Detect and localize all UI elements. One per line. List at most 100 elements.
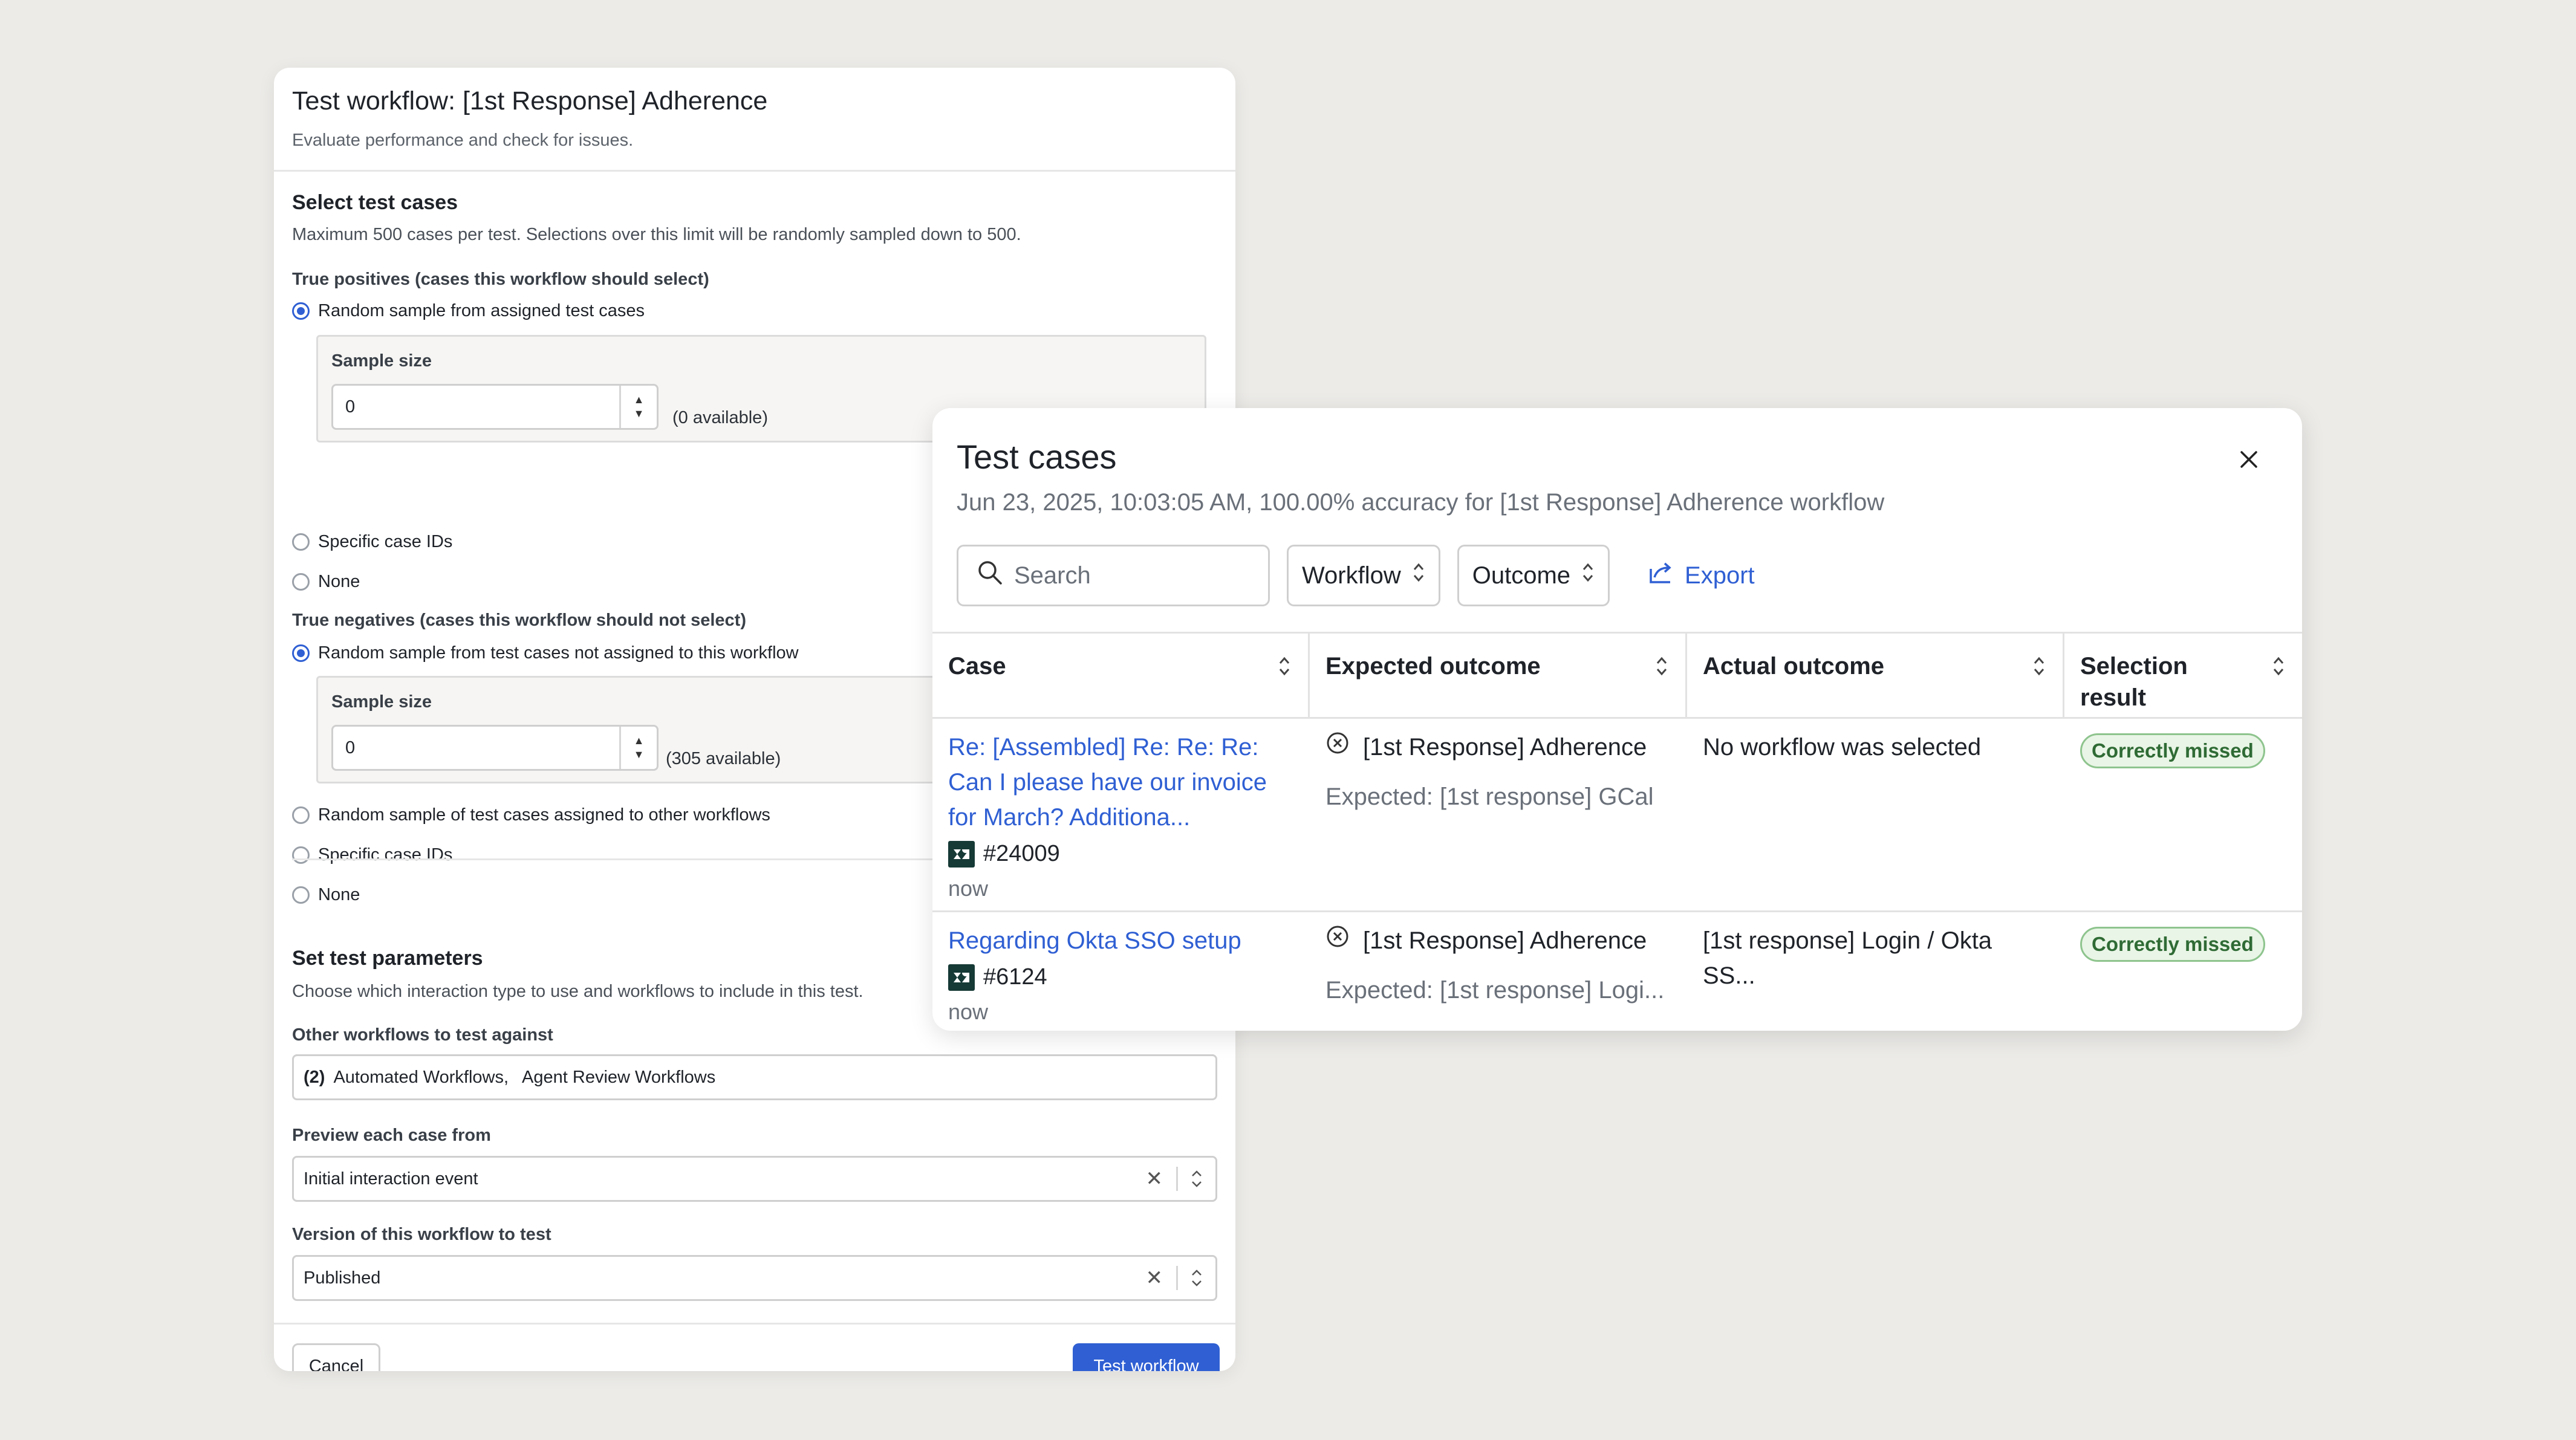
cancel-button[interactable]: Cancel (292, 1343, 380, 1371)
outcome-filter[interactable]: Outcome (1457, 545, 1610, 606)
parameters-description: Choose which interaction type to use and… (292, 982, 864, 1001)
tn-option-random-label: Random sample from test cases not assign… (318, 643, 799, 663)
panel-subtitle: Evaluate performance and check for issue… (292, 130, 634, 150)
table-header: Case Expected outcome Actual outcome Sel… (932, 632, 2302, 719)
chevron-up-down-icon[interactable] (1178, 1169, 1215, 1189)
status-badge: Correctly missed (2080, 927, 2265, 962)
radio-unchecked[interactable] (292, 533, 310, 551)
true-negatives-label: True negatives (cases this workflow shou… (292, 611, 746, 630)
tn-radio-none[interactable]: None (292, 885, 360, 905)
zendesk-icon (948, 964, 975, 991)
case-time: now (948, 876, 989, 901)
preview-select[interactable]: Initial interaction event ✕ (292, 1156, 1217, 1202)
case-cell: Re: [Assembled] Re: Re: Re: Can I please… (932, 719, 1310, 910)
search-input[interactable]: Search (957, 545, 1270, 606)
table-row: Re: [Assembled] Re: Re: Re: Can I please… (932, 719, 2302, 912)
modal-subtitle: Jun 23, 2025, 10:03:05 AM, 100.00% accur… (957, 489, 1885, 516)
close-icon[interactable] (2234, 444, 2264, 475)
expected-cell: [1st Response] Adherence Expected: [1st … (1310, 719, 1687, 910)
tp-radio-none[interactable]: None (292, 572, 360, 592)
clear-icon[interactable]: ✕ (1133, 1167, 1177, 1191)
expected-outcome: [1st Response] Adherence (1363, 927, 1647, 954)
sort-icon[interactable] (1278, 654, 1291, 686)
sort-icon[interactable] (1655, 654, 1668, 686)
chevron-up-down-icon (1581, 560, 1595, 591)
table-row: Regarding Okta SSO setup #6124 now [1st … (932, 912, 2302, 1031)
version-label: Version of this workflow to test (292, 1225, 551, 1244)
true-positives-label: True positives (cases this workflow shou… (292, 270, 709, 289)
modal-title: Test cases (957, 438, 1117, 476)
tn-radio-specific[interactable]: Specific case IDs (292, 845, 452, 865)
tn-radio-other-workflows[interactable]: Random sample of test cases assigned to … (292, 805, 770, 825)
expected-cell: [1st Response] Adherence Expected: [1st … (1310, 912, 1687, 1031)
actual-outcome: No workflow was selected (1703, 734, 1982, 761)
zendesk-icon (948, 840, 975, 868)
select-cases-description: Maximum 500 cases per test. Selections o… (292, 225, 1021, 244)
panel-title: Test workflow: [1st Response] Adherence (292, 86, 768, 115)
workflow-chip[interactable]: Automated Workflows, (333, 1068, 509, 1088)
tn-sample-value: 0 (345, 738, 356, 757)
tp-radio-specific[interactable]: Specific case IDs (292, 532, 452, 552)
column-label: Actual outcome (1703, 653, 1885, 679)
export-button[interactable]: Export (1627, 560, 1755, 591)
column-header-selection[interactable]: Selection result (2064, 634, 2302, 717)
workflow-filter-label: Workflow (1302, 562, 1401, 589)
radio-unchecked[interactable] (292, 846, 310, 864)
preview-value: Initial interaction event (304, 1169, 478, 1189)
actual-cell: No workflow was selected (1687, 719, 2064, 910)
chevron-up-down-icon (1412, 560, 1425, 591)
footer-divider (274, 1323, 1235, 1325)
radio-checked[interactable] (292, 644, 310, 662)
export-icon (1648, 560, 1674, 591)
selection-cell: Correctly missed (2064, 912, 2302, 1031)
status-badge: Correctly missed (2080, 733, 2265, 768)
select-cases-title: Select test cases (292, 191, 458, 214)
sort-icon[interactable] (2272, 654, 2285, 686)
case-id: #24009 (948, 837, 1294, 871)
column-label: Case (948, 653, 1006, 679)
outcome-filter-label: Outcome (1472, 562, 1571, 589)
preview-label: Preview each case from (292, 1126, 491, 1145)
tn-stepper[interactable]: ▲ ▼ (619, 727, 657, 769)
radio-checked[interactable] (292, 302, 310, 320)
test-workflow-button[interactable]: Test workflow (1073, 1343, 1220, 1371)
column-header-actual[interactable]: Actual outcome (1687, 634, 2064, 717)
case-time: now (948, 999, 989, 1025)
other-workflows-select[interactable]: (2) Automated Workflows, Agent Review Wo… (292, 1054, 1217, 1100)
stepper-up-icon[interactable]: ▲ (634, 734, 645, 748)
tp-sample-value: 0 (345, 397, 356, 417)
tn-option-specific-label: Specific case IDs (318, 845, 453, 864)
version-select[interactable]: Published ✕ (292, 1255, 1217, 1301)
tn-option-none-label: None (318, 885, 360, 904)
tn-sample-size-input[interactable]: 0 ▲ ▼ (331, 725, 659, 771)
other-workflows-label: Other workflows to test against (292, 1025, 553, 1045)
version-value: Published (304, 1268, 381, 1288)
workflow-filter[interactable]: Workflow (1287, 545, 1440, 606)
stepper-down-icon[interactable]: ▼ (634, 407, 645, 421)
column-header-expected[interactable]: Expected outcome (1310, 634, 1687, 717)
case-link[interactable]: Re: [Assembled] Re: Re: Re: Can I please… (948, 730, 1294, 835)
modal-toolbar: Search Workflow Outcome Export (957, 545, 1755, 606)
column-header-case[interactable]: Case (932, 634, 1310, 717)
stepper-up-icon[interactable]: ▲ (634, 393, 645, 407)
column-label: Selection result (2080, 653, 2188, 711)
radio-unchecked[interactable] (292, 886, 310, 904)
chevron-up-down-icon[interactable] (1178, 1268, 1215, 1288)
tp-radio-random[interactable]: Random sample from assigned test cases (292, 301, 645, 321)
workflow-chip[interactable]: Agent Review Workflows (522, 1068, 715, 1088)
radio-unchecked[interactable] (292, 573, 310, 591)
tp-stepper[interactable]: ▲ ▼ (619, 386, 657, 428)
radio-unchecked[interactable] (292, 806, 310, 824)
sort-icon[interactable] (2032, 654, 2046, 686)
tp-sample-size-input[interactable]: 0 ▲ ▼ (331, 384, 659, 430)
search-placeholder: Search (1014, 562, 1091, 589)
tn-radio-random-unassigned[interactable]: Random sample from test cases not assign… (292, 643, 799, 663)
selected-count: (2) (304, 1067, 325, 1087)
case-link[interactable]: Regarding Okta SSO setup (948, 923, 1294, 958)
case-cell: Regarding Okta SSO setup #6124 now (932, 912, 1310, 1031)
tn-available: (305 available) (666, 749, 781, 768)
case-id: #6124 (948, 961, 1294, 994)
clear-icon[interactable]: ✕ (1133, 1266, 1177, 1290)
expected-sub: Expected: [1st response] GCal (1325, 783, 1654, 810)
stepper-down-icon[interactable]: ▼ (634, 748, 645, 762)
